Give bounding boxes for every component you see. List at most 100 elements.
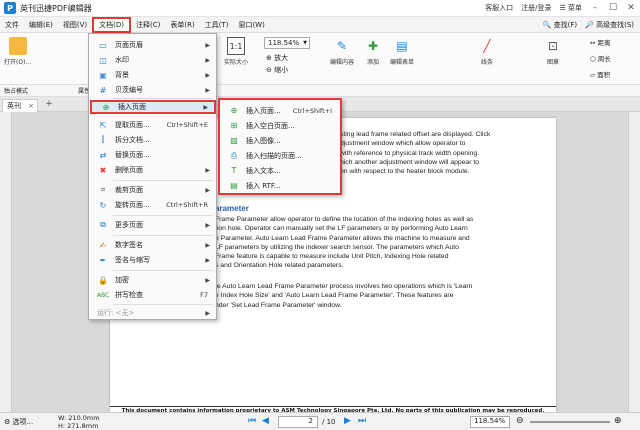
line-button[interactable]: ╱ 线条: [478, 37, 496, 66]
submenu-insert-image[interactable]: ▨ 插入图像...: [220, 133, 340, 148]
tab-document[interactable]: 英刊 ×: [2, 99, 38, 112]
menu-window[interactable]: 窗口(W): [233, 17, 269, 33]
area-button[interactable]: ▱ 面积: [590, 69, 610, 79]
folder-icon: [8, 37, 27, 55]
menu-comment[interactable]: 注释(C): [131, 17, 165, 33]
paragraph-mid: Frame Parameter allow operator to define…: [215, 216, 474, 270]
actual-size-button[interactable]: 1:1 实际大小: [224, 37, 248, 66]
distance-button[interactable]: ↔ 距离: [590, 37, 611, 47]
submenu-insert-page[interactable]: ⊕ 插入页面... Ctrl+Shift+I: [220, 103, 340, 118]
menu-item-background[interactable]: ▣ 背景 ▶: [89, 68, 216, 82]
pen-icon: ✒: [99, 255, 107, 265]
menu-tools[interactable]: 工具(T): [200, 17, 234, 33]
minimize-icon[interactable]: –: [590, 3, 600, 13]
menu-item-more-pages[interactable]: ⧉ 更多页面 ▶: [89, 218, 216, 232]
open-button[interactable]: 打开(O)...: [4, 37, 31, 66]
rtf-icon: ▤: [230, 181, 238, 190]
image-icon: ▨: [230, 136, 238, 145]
add-icon: ✚: [367, 39, 379, 53]
crop-icon: ⌗: [100, 185, 106, 194]
menu-edit[interactable]: 编辑(E): [24, 17, 58, 33]
menu-item-encrypt[interactable]: 🔒 加密 ▶: [89, 273, 216, 287]
customer-service-link[interactable]: 客服入口: [485, 3, 513, 13]
menu-item-crop-pages[interactable]: ⌗ 裁剪页面 ▶: [89, 183, 216, 197]
zoom-slider[interactable]: [530, 421, 610, 423]
split-icon: ⫿: [101, 135, 105, 144]
menu-item-extract-pages[interactable]: ⇱ 提取页面... Ctrl+Shift+E: [89, 118, 216, 132]
seal-button[interactable]: ⊡ 图章: [544, 37, 562, 66]
status-zoom-select[interactable]: 118.54%: [470, 416, 510, 428]
zoom-select[interactable]: 118.54% ▼: [264, 37, 310, 49]
menu-separator: [113, 180, 213, 181]
menu-item-rotate-pages[interactable]: ↻ 旋转页面... Ctrl+Shift+R: [89, 198, 216, 212]
exclusive-mode-button[interactable]: 独占模式: [4, 86, 28, 95]
next-page-icon[interactable]: ▶: [344, 416, 351, 426]
title-bar: P 英刊迅捷PDF编辑器 客服入口 注册/登录 ☰ 菜单 – ☐ ✕: [0, 0, 640, 17]
app-title: 英刊迅捷PDF编辑器: [20, 3, 92, 13]
menu-file[interactable]: 文件: [0, 17, 24, 33]
submenu-insert-text[interactable]: T 插入文本...: [220, 163, 340, 178]
prev-page-icon[interactable]: ◀: [262, 416, 269, 426]
menu-view[interactable]: 视图(V): [58, 17, 92, 33]
menu-item-delete-pages[interactable]: ✖ 删除页面 ▶: [89, 163, 216, 177]
zoom-in-button[interactable]: ⊕ 放大: [266, 53, 288, 63]
menu-bar: 文件 编辑(E) 视图(V) 文档(D) 注释(C) 表单(R) 工具(T) 窗…: [0, 16, 640, 33]
edit-form-button[interactable]: ▤ 编辑表单: [390, 37, 414, 66]
add-button[interactable]: ✚ 添加: [364, 37, 382, 66]
line-icon: ╱: [483, 39, 491, 53]
zoom-out-icon[interactable]: ⊖: [516, 416, 524, 426]
bates-icon: #: [99, 85, 107, 95]
page-total: / 10: [322, 418, 336, 426]
text-icon: T: [231, 166, 237, 175]
menu-item-run[interactable]: 运行: <无> ▶: [89, 306, 216, 320]
menu-form[interactable]: 表单(R): [165, 17, 199, 33]
first-page-icon[interactable]: ⏮: [248, 416, 256, 426]
zoom-out-button[interactable]: ⊖ 缩小: [266, 65, 288, 75]
vertical-scrollbar[interactable]: [628, 112, 640, 412]
menu-item-bates-number[interactable]: # 贝茨编号 ▶: [89, 83, 216, 97]
menu-item-insert-page[interactable]: ⊕ 插入页面 ▶: [90, 100, 216, 114]
tab-close-icon[interactable]: ×: [28, 100, 34, 112]
submenu-insert-blank-page[interactable]: ⊞ 插入空白页面...: [220, 118, 340, 133]
menu-item-spell-check[interactable]: ABC 拼写检查 F7: [89, 288, 216, 302]
paragraph-bottom: te Auto Learn Lead Frame Parameter proce…: [215, 283, 473, 309]
menu-button[interactable]: ☰ 菜单: [559, 3, 582, 13]
menu-item-sign-initials[interactable]: ✒ 签名与缩写 ▶: [89, 253, 216, 267]
signature-icon: ✍: [99, 240, 107, 250]
add-tab-icon[interactable]: +: [44, 100, 54, 110]
edit-content-button[interactable]: ✎ 编辑内容: [330, 37, 354, 66]
last-page-icon[interactable]: ⏭: [358, 416, 366, 426]
maximize-icon[interactable]: ☐: [608, 3, 618, 13]
stamp-icon: ⊡: [547, 39, 559, 53]
section-heading: arameter: [215, 204, 249, 213]
background-icon: ▣: [99, 70, 107, 80]
select-options[interactable]: ⚙ 选项...: [4, 417, 33, 427]
menu-item-split-document[interactable]: ⫿ 拆分文档...: [89, 133, 216, 147]
menu-separator: [113, 270, 213, 271]
submenu-insert-scanned-page[interactable]: ⎙ 插入扫描的页面...: [220, 148, 340, 163]
form-icon: ▤: [396, 39, 408, 53]
submenu-insert-rtf[interactable]: ▤ 插入 RTF...: [220, 178, 340, 193]
zoom-in-icon[interactable]: ⊕: [614, 416, 622, 426]
document-menu-dropdown: ▭ 页面页眉 ▶ ◫ 水印 ▶ ▣ 背景 ▶ # 贝茨编号 ▶ ⊕ 插入页面 ▶ ⇱ 提取…: [88, 33, 217, 320]
menu-item-replace-pages[interactable]: ⇄ 替换页面...: [89, 148, 216, 162]
page-height: H: 271.8mm: [58, 422, 99, 430]
insert-page-icon: ⊕: [230, 106, 238, 115]
edit-content-icon: ✎: [336, 39, 348, 53]
menu-document[interactable]: 文档(D): [92, 16, 132, 33]
menu-separator: [113, 235, 213, 236]
close-icon[interactable]: ✕: [626, 3, 636, 13]
header-footer-icon: ▭: [99, 40, 107, 50]
page-number-input[interactable]: 2: [278, 416, 318, 428]
login-link[interactable]: 注册/登录: [521, 3, 551, 13]
perimeter-button[interactable]: ⬡ 周长: [590, 53, 611, 63]
menu-item-digital-signature[interactable]: ✍ 数字签名 ▶: [89, 238, 216, 252]
menu-item-header-footer[interactable]: ▭ 页面页眉 ▶: [89, 38, 216, 52]
rotate-icon: ↻: [99, 200, 107, 210]
replace-icon: ⇄: [99, 150, 107, 160]
more-pages-icon: ⧉: [100, 220, 106, 229]
find-button[interactable]: 🔍 查找(F): [543, 20, 577, 30]
menu-item-watermark[interactable]: ◫ 水印 ▶: [89, 53, 216, 67]
lock-icon: 🔒: [98, 275, 108, 285]
advanced-find-button[interactable]: 🔎 高级查找(S): [585, 20, 634, 30]
